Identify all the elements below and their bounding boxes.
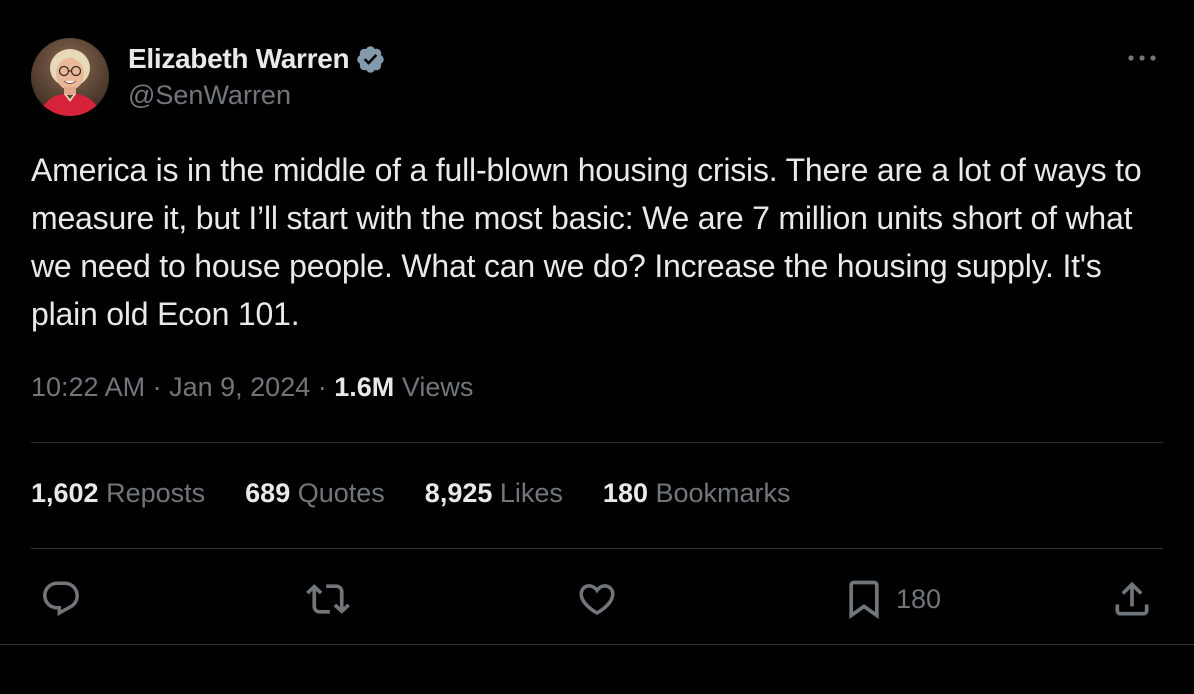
tweet-time[interactable]: 10:22 AM (31, 372, 145, 402)
meta-separator: · (317, 372, 327, 402)
quotes-count: 689 (245, 478, 291, 508)
views-count[interactable]: 1.6M (334, 372, 394, 402)
reposts-count: 1,602 (31, 478, 99, 508)
bookmarks-stat[interactable]: 180 Bookmarks (603, 478, 791, 509)
verified-badge-icon[interactable] (355, 44, 386, 75)
likes-count: 8,925 (424, 478, 493, 508)
handle[interactable]: @SenWarren (128, 80, 386, 111)
bookmarks-count: 180 (602, 478, 648, 508)
name-row: Elizabeth Warren (128, 40, 386, 78)
share-icon (1115, 581, 1149, 616)
heart-icon (579, 584, 615, 616)
views-label: Views (401, 372, 474, 402)
display-name[interactable]: Elizabeth Warren (128, 43, 350, 75)
avatar-image (31, 38, 109, 116)
tweet-meta: 10:22 AM · Jan 9, 2024 · 1.6M Views (31, 372, 473, 403)
likes-stat[interactable]: 8,925 Likes (425, 478, 563, 509)
share-button[interactable] (1110, 574, 1154, 624)
reply-button[interactable] (40, 574, 82, 624)
action-bar: 180 (0, 574, 1194, 624)
quotes-stat[interactable]: 689 Quotes (245, 478, 385, 509)
like-button[interactable] (576, 574, 618, 624)
bookmark-icon (849, 580, 879, 620)
divider (31, 442, 1163, 443)
retweet-button[interactable] (306, 574, 350, 624)
reposts-label: Reposts (106, 478, 206, 508)
tweet-text: America is in the middle of a full-blown… (31, 152, 1142, 332)
reposts-stat[interactable]: 1,602 Reposts (31, 478, 205, 509)
reply-icon (43, 581, 79, 616)
bookmark-count: 180 (896, 583, 942, 614)
likes-label: Likes (499, 478, 563, 508)
tweet-date[interactable]: Jan 9, 2024 (169, 372, 310, 402)
bottom-divider (0, 644, 1194, 645)
author-block: Elizabeth Warren @SenWarren (128, 40, 386, 111)
more-options-icon[interactable] (1124, 44, 1160, 72)
avatar[interactable] (31, 38, 109, 116)
retweet-icon (306, 584, 350, 614)
meta-separator: · (152, 372, 162, 402)
divider (31, 548, 1163, 549)
bookmarks-label: Bookmarks (655, 478, 791, 508)
quotes-label: Quotes (297, 478, 385, 508)
engagement-stats: 1,602 Reposts 689 Quotes 8,925 Likes 180… (31, 478, 831, 509)
bookmark-button[interactable]: 180 (842, 574, 941, 624)
tweet-detail: Elizabeth Warren @SenWarren America is i… (0, 0, 1194, 694)
